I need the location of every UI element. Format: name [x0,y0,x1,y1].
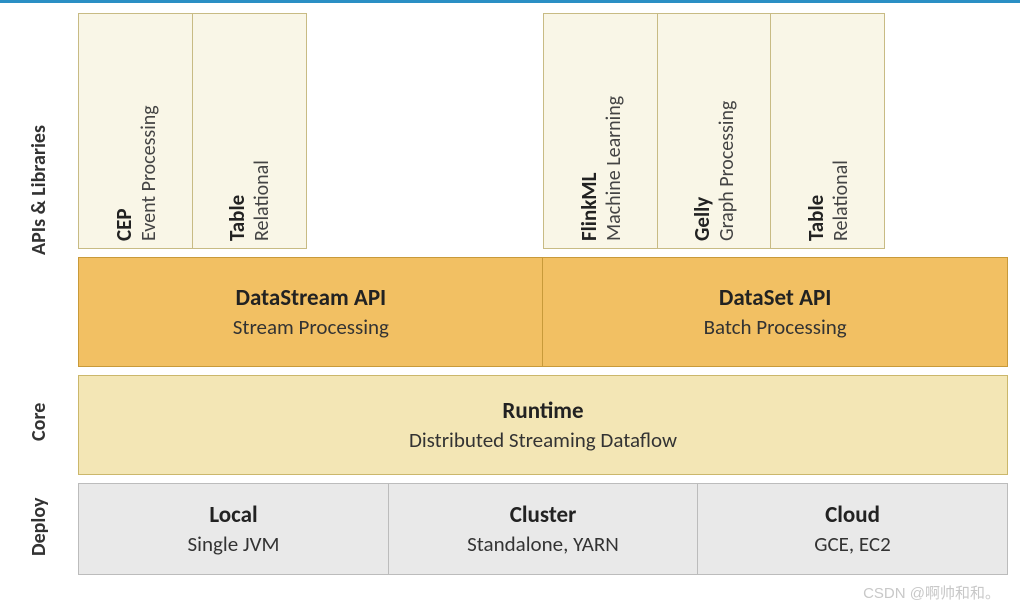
row-label-core: Core [0,367,78,477]
deploy-sub: Standalone, YARN [467,531,619,557]
deploy-sub: GCE, EC2 [814,531,891,557]
diagram-container: APIs & Libraries Core Deploy CEP Event P… [0,3,1020,577]
lib-gelly: Gelly Graph Processing [657,13,772,249]
runtime-row: Runtime Distributed Streaming Dataflow [78,375,1008,475]
row-label-apis-libraries: APIs & Libraries [0,13,78,367]
lib-title: Gelly [689,21,715,241]
lib-title: Table [803,21,829,241]
deploy-title: Cluster [510,501,577,529]
row-labels: APIs & Libraries Core Deploy [0,13,78,577]
runtime-title: Runtime [502,397,583,425]
deploy-sub: Single JVM [188,531,280,557]
libraries-spacer [305,13,543,249]
runtime-sub: Distributed Streaming Dataflow [409,427,677,453]
row-label-deploy: Deploy [0,477,78,577]
libraries-row: CEP Event Processing Table Relational Fl… [78,13,1008,249]
api-dataset: DataSet API Batch Processing [542,257,1008,367]
deploy-cluster: Cluster Standalone, YARN [388,483,699,575]
deploy-title: Local [209,501,257,529]
lib-sub: Graph Processing [715,21,739,241]
api-title: DataSet API [719,284,832,312]
lib-sub: Machine Learning [602,21,626,241]
deploy-local: Local Single JVM [78,483,389,575]
watermark: CSDN @啊帅和和。 [863,582,1000,603]
libraries-spacer [884,13,1009,249]
lib-sub: Event Processing [137,21,161,241]
lib-title: Table [224,21,250,241]
deploy-cloud: Cloud GCE, EC2 [697,483,1008,575]
lib-cep: CEP Event Processing [78,13,193,249]
api-sub: Batch Processing [704,314,847,340]
lib-table-stream: Table Relational [192,13,307,249]
lib-flinkml: FlinkML Machine Learning [543,13,658,249]
apis-row: DataStream API Stream Processing DataSet… [78,257,1008,367]
lib-title: CEP [111,21,137,241]
libraries-left-group: CEP Event Processing Table Relational [78,13,543,249]
api-datastream: DataStream API Stream Processing [78,257,544,367]
architecture-stack: CEP Event Processing Table Relational Fl… [78,13,1008,577]
lib-sub: Relational [829,21,853,241]
deploy-title: Cloud [825,501,880,529]
lib-table-batch: Table Relational [770,13,885,249]
api-sub: Stream Processing [233,314,389,340]
api-title: DataStream API [236,284,387,312]
lib-title: FlinkML [576,21,602,241]
libraries-right-group: FlinkML Machine Learning Gelly Graph Pro… [543,13,1008,249]
deploy-row: Local Single JVM Cluster Standalone, YAR… [78,483,1008,575]
lib-sub: Relational [250,21,274,241]
